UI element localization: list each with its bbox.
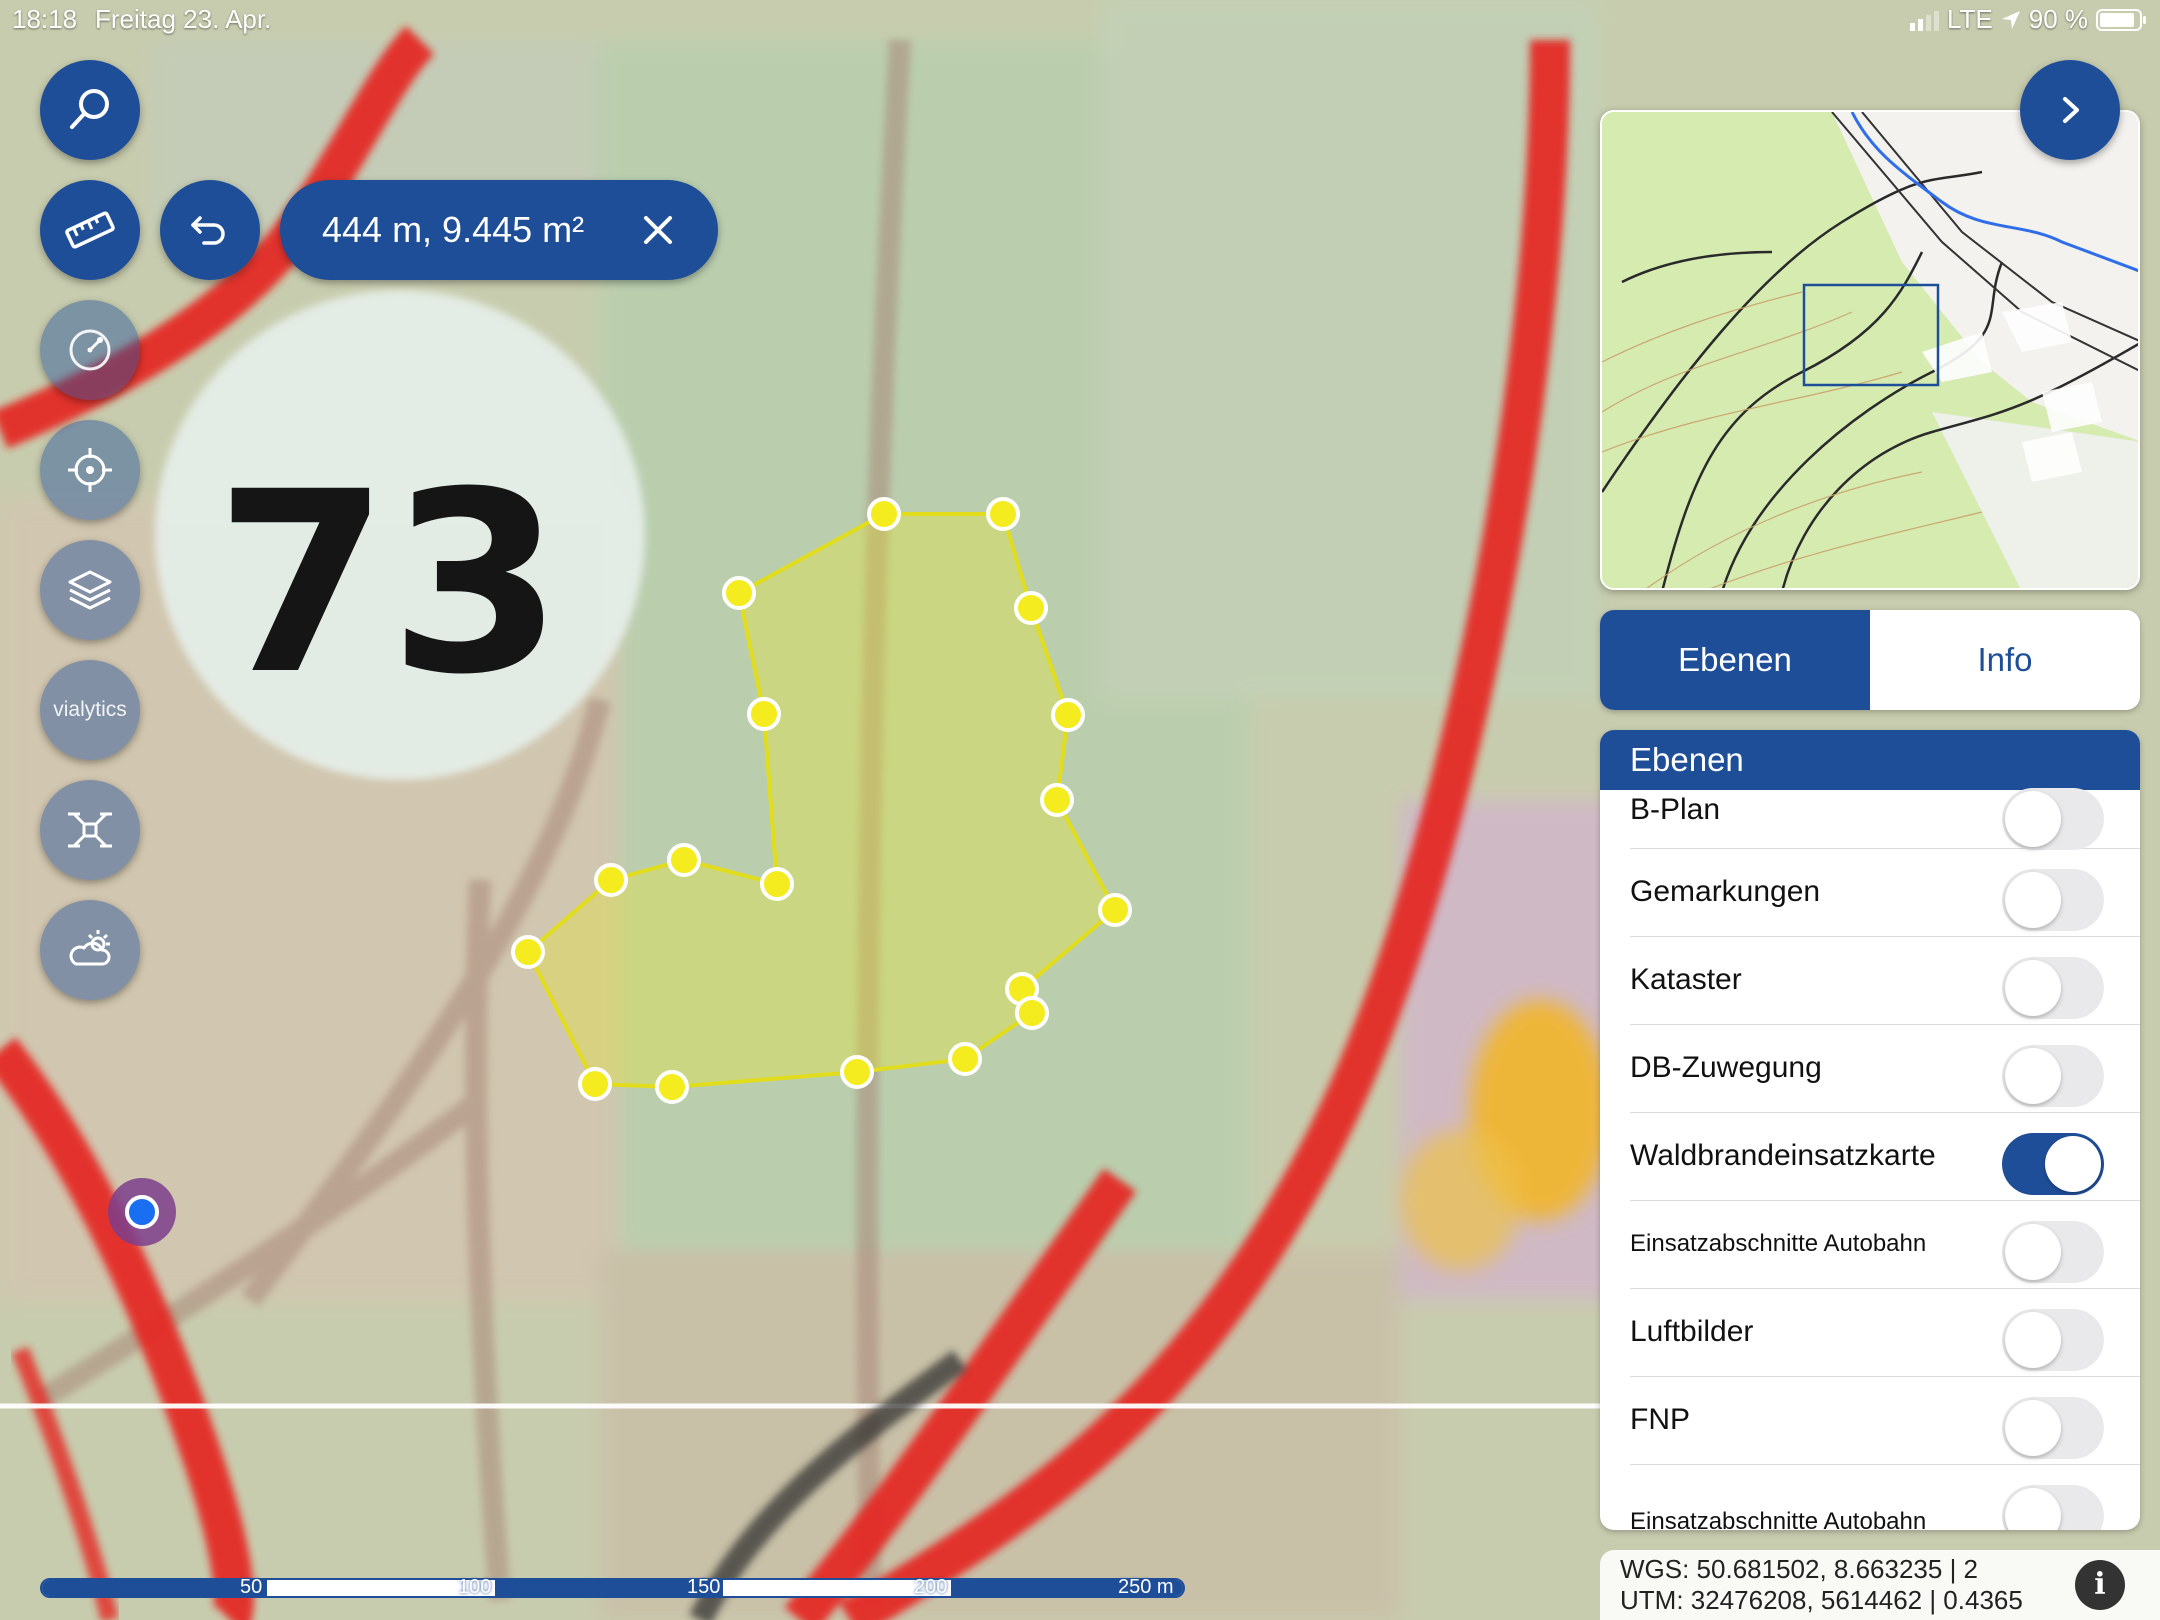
overview-minimap[interactable] <box>1600 110 2140 590</box>
polygon-vertex-handle[interactable] <box>511 935 545 969</box>
tab-info[interactable]: Info <box>1870 610 2140 710</box>
polygon-vertex-handle[interactable] <box>986 497 1020 531</box>
layers-button[interactable] <box>40 540 140 640</box>
layer-label: Einsatzabschnitte Autobahn <box>1630 1230 1927 1257</box>
polygon-vertex-handle[interactable] <box>747 697 781 731</box>
layer-row-kataster[interactable]: Kataster <box>1630 936 2140 1025</box>
polygon-vertex-handle[interactable] <box>1098 893 1132 927</box>
layer-row-einsatzabschnitte-autobahn-2[interactable]: Einsatzabschnitte Autobahn <box>1630 1464 2140 1530</box>
expand-panel-button[interactable] <box>2020 60 2120 160</box>
tab-ebenen[interactable]: Ebenen <box>1600 610 1870 710</box>
wgs-coordinates: WGS: 50.681502, 8.663235 | 2 <box>1620 1554 1979 1584</box>
layer-label: Luftbilder <box>1630 1315 1754 1348</box>
location-arrow-icon <box>2001 10 2020 29</box>
battery-fill <box>2100 12 2135 27</box>
layer-toggle[interactable] <box>2002 788 2104 850</box>
battery-icon <box>2096 8 2146 31</box>
info-button[interactable]: i <box>2075 1560 2125 1610</box>
status-time: 18:18 <box>12 4 78 34</box>
layers-title: Ebenen <box>1600 730 2140 790</box>
utm-coordinates: UTM: 32476208, 5614462 | 0.4365 <box>1620 1585 2023 1615</box>
locate-button[interactable] <box>40 420 140 520</box>
close-measurement-icon[interactable] <box>636 208 680 252</box>
crosshair-icon <box>68 448 112 492</box>
layer-row-fnp[interactable]: FNP <box>1630 1376 2140 1465</box>
compass-button[interactable] <box>40 300 140 400</box>
weather-button[interactable] <box>40 900 140 1000</box>
scale-label-250: 250 m <box>1118 1576 1174 1598</box>
scale-bar <box>40 1578 1185 1598</box>
layer-label: Kataster <box>1630 963 1742 996</box>
compass-icon <box>69 329 111 371</box>
polygon-vertex-handle[interactable] <box>578 1067 612 1101</box>
measure-button[interactable] <box>40 180 140 280</box>
status-bar: 18:18 Freitag 23. Apr. LTE 90 % <box>0 0 2160 40</box>
search-icon <box>70 89 109 129</box>
layer-toggle[interactable] <box>2002 957 2104 1019</box>
drone-icon <box>68 812 112 848</box>
network-label: LTE <box>1946 4 1993 34</box>
layer-row-einsatzabschnitte-autobahn[interactable]: Einsatzabschnitte Autobahn <box>1630 1200 2140 1289</box>
layer-toggle[interactable] <box>2002 1485 2104 1530</box>
layer-row-waldbrandeinsatzkarte[interactable]: Waldbrandeinsatzkarte <box>1630 1112 2140 1201</box>
panel-tabs: Ebenen Info <box>1600 610 2140 710</box>
scale-label-200: 200 <box>914 1576 948 1598</box>
polygon-vertex-handle[interactable] <box>760 867 794 901</box>
layer-label: Waldbrandeinsatzkarte <box>1630 1139 1936 1172</box>
polygon-vertex-handle[interactable] <box>722 576 756 610</box>
layers-list: Ebenen B-Plan Gemarkungen Kataster DB-Zu… <box>1600 730 2140 1530</box>
info-icon: i <box>2094 1567 2106 1602</box>
signal-icon <box>1909 9 1939 31</box>
ruler-icon <box>65 211 115 249</box>
vialytics-button[interactable]: vialytics <box>40 660 140 760</box>
measurement-value: 444 m, 9.445 m² <box>322 209 585 250</box>
polygon-vertex-handle[interactable] <box>655 1070 689 1104</box>
layer-row-luftbilder[interactable]: Luftbilder <box>1630 1288 2140 1377</box>
polygon-vertex-handle[interactable] <box>840 1055 874 1089</box>
layer-toggle[interactable] <box>2002 869 2104 931</box>
layer-row-b-plan[interactable]: B-Plan <box>1630 788 2140 850</box>
map-label: 73 <box>215 438 563 729</box>
layer-label: B-Plan <box>1630 793 1721 826</box>
scale-label-100: 100 <box>458 1576 492 1598</box>
layer-toggle[interactable] <box>2002 1045 2104 1107</box>
status-date: Freitag 23. Apr. <box>95 4 272 34</box>
polygon-vertex-handle[interactable] <box>948 1042 982 1076</box>
layer-label: Einsatzabschnitte Autobahn <box>1630 1508 1927 1530</box>
search-button[interactable] <box>40 60 140 160</box>
layers-icon <box>68 570 112 610</box>
layer-toggle[interactable] <box>2002 1221 2104 1283</box>
vialytics-label: vialytics <box>53 698 127 721</box>
minimap-canvas <box>1602 112 2138 588</box>
layer-label: DB-Zuwegung <box>1630 1051 1822 1084</box>
layer-toggle[interactable] <box>2002 1133 2104 1195</box>
polygon-vertex-handle[interactable] <box>1040 783 1074 817</box>
layer-toggle[interactable] <box>2002 1397 2104 1459</box>
battery-percent: 90 % <box>2028 4 2088 34</box>
polygon-vertex-handle[interactable] <box>594 863 628 897</box>
scale-label-50: 50 <box>240 1576 263 1598</box>
undo-icon <box>191 216 225 245</box>
polygon-vertex-handle[interactable] <box>867 497 901 531</box>
weather-icon <box>69 930 111 966</box>
polygon-vertex-handle[interactable] <box>667 843 701 877</box>
layer-label: Gemarkungen <box>1630 875 1821 908</box>
undo-button[interactable] <box>160 180 260 280</box>
layer-label: FNP <box>1630 1403 1690 1436</box>
layer-row-db-zuwegung[interactable]: DB-Zuwegung <box>1630 1024 2140 1113</box>
scale-label-150: 150 <box>687 1576 721 1598</box>
polygon-vertex-handle[interactable] <box>1015 996 1049 1030</box>
measurement-result: 444 m, 9.445 m² <box>280 180 718 280</box>
status-indicators: LTE 90 % <box>1909 4 2146 35</box>
drone-button[interactable] <box>40 780 140 880</box>
chevron-right-icon <box>2063 97 2079 123</box>
polygon-vertex-handle[interactable] <box>1014 591 1048 625</box>
layer-row-gemarkungen[interactable]: Gemarkungen <box>1630 848 2140 937</box>
current-location-dot <box>125 1195 159 1229</box>
polygon-vertex-handle[interactable] <box>1051 698 1085 732</box>
layer-toggle[interactable] <box>2002 1309 2104 1371</box>
